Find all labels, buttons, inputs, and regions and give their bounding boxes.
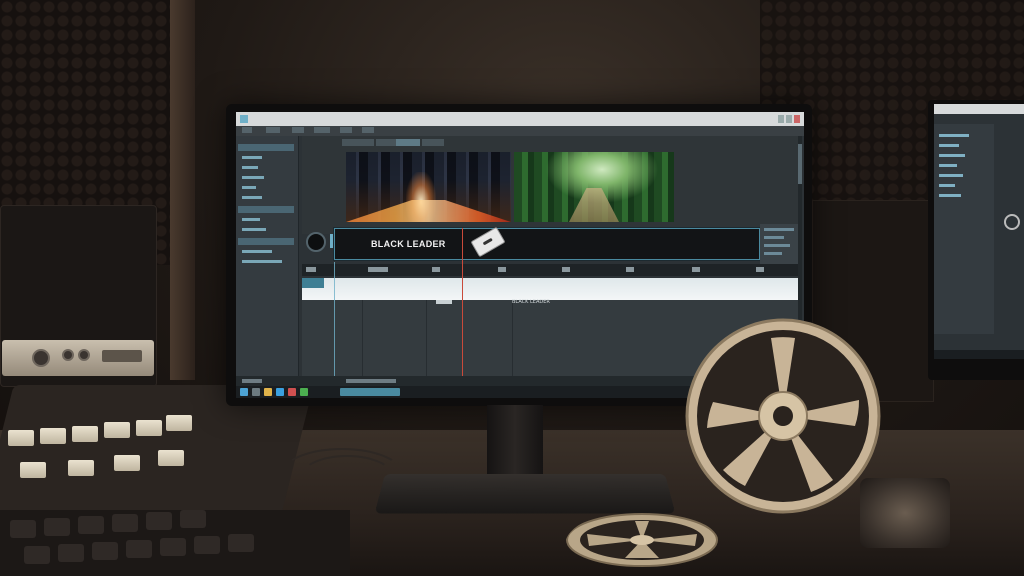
city-street <box>346 200 511 222</box>
panel-item[interactable] <box>242 156 262 159</box>
panel-selected-item[interactable] <box>238 238 294 245</box>
app-icon <box>240 115 248 123</box>
record-button[interactable] <box>306 232 326 252</box>
menu-bar <box>236 126 804 136</box>
viewer-tab[interactable] <box>376 139 396 146</box>
preview-viewer <box>302 136 800 234</box>
black-leader-clip[interactable]: BLACK LEADER <box>334 226 760 260</box>
panel-item[interactable] <box>242 218 260 221</box>
monitor-stand-base <box>374 473 676 514</box>
track-header[interactable] <box>302 278 324 288</box>
rack-knob <box>78 349 90 361</box>
menu-item[interactable] <box>340 127 352 133</box>
menu-item[interactable] <box>314 127 330 133</box>
menu-item[interactable] <box>292 127 304 133</box>
taskbar-icon[interactable] <box>252 388 260 396</box>
project-panel <box>236 136 299 376</box>
panel-item[interactable] <box>242 166 258 169</box>
menu-item[interactable] <box>266 127 280 133</box>
monitor-stand-neck <box>487 405 543 475</box>
keyboard <box>0 510 350 576</box>
selected-track[interactable] <box>302 278 800 300</box>
menu-item[interactable] <box>242 127 252 133</box>
rack-display <box>102 350 142 362</box>
secondary-titlebar <box>934 104 1024 114</box>
in-point-marker[interactable] <box>334 262 335 378</box>
panel-item[interactable] <box>242 176 264 179</box>
window-titlebar <box>236 112 804 126</box>
clip-label: BLACK LEADER <box>371 239 446 249</box>
playhead[interactable] <box>462 228 463 378</box>
film-reel-large <box>685 318 881 514</box>
start-icon[interactable] <box>240 388 248 396</box>
forest-clip-thumbnail[interactable] <box>514 152 674 222</box>
secondary-panel <box>934 124 994 334</box>
panel-item[interactable] <box>242 250 272 253</box>
menu-item[interactable] <box>362 127 374 133</box>
window-controls[interactable] <box>778 115 800 123</box>
rack-knob <box>62 349 74 361</box>
inspector-panel <box>760 224 800 264</box>
folder-icon[interactable] <box>264 388 272 396</box>
timeline-ruler <box>302 264 800 276</box>
photo-scene: BLACK LEADER BLACK LEADER <box>0 0 1024 576</box>
panel-item[interactable] <box>242 260 282 263</box>
track-clip-label-box <box>436 300 452 304</box>
active-window-button[interactable] <box>340 388 400 396</box>
film-reel-small <box>566 513 718 567</box>
forest-path <box>569 188 619 222</box>
razor-blade-icon <box>470 226 506 258</box>
viewer-tab[interactable] <box>422 139 444 146</box>
panel-item[interactable] <box>242 196 262 199</box>
panel-item[interactable] <box>242 228 266 231</box>
app-icon[interactable] <box>288 388 296 396</box>
scrollbar-thumb[interactable] <box>798 144 802 184</box>
secondary-screen <box>934 104 1024 359</box>
app-icon[interactable] <box>300 388 308 396</box>
film-splicer <box>860 478 950 548</box>
viewer-tab[interactable] <box>342 139 374 146</box>
wall-pillar <box>170 0 195 380</box>
rack-knob <box>32 349 50 367</box>
secondary-round-icon <box>1004 214 1020 230</box>
secondary-taskbar <box>934 350 1024 359</box>
city-clip-thumbnail[interactable] <box>346 152 511 222</box>
viewer-tab[interactable] <box>396 139 420 146</box>
track-clip-label: BLACK LEADER <box>512 299 550 305</box>
panel-selected-item[interactable] <box>238 206 294 213</box>
panel-item[interactable] <box>242 186 256 189</box>
rack-panel <box>2 340 154 376</box>
browser-icon[interactable] <box>276 388 284 396</box>
panel-selected-item[interactable] <box>238 144 294 151</box>
